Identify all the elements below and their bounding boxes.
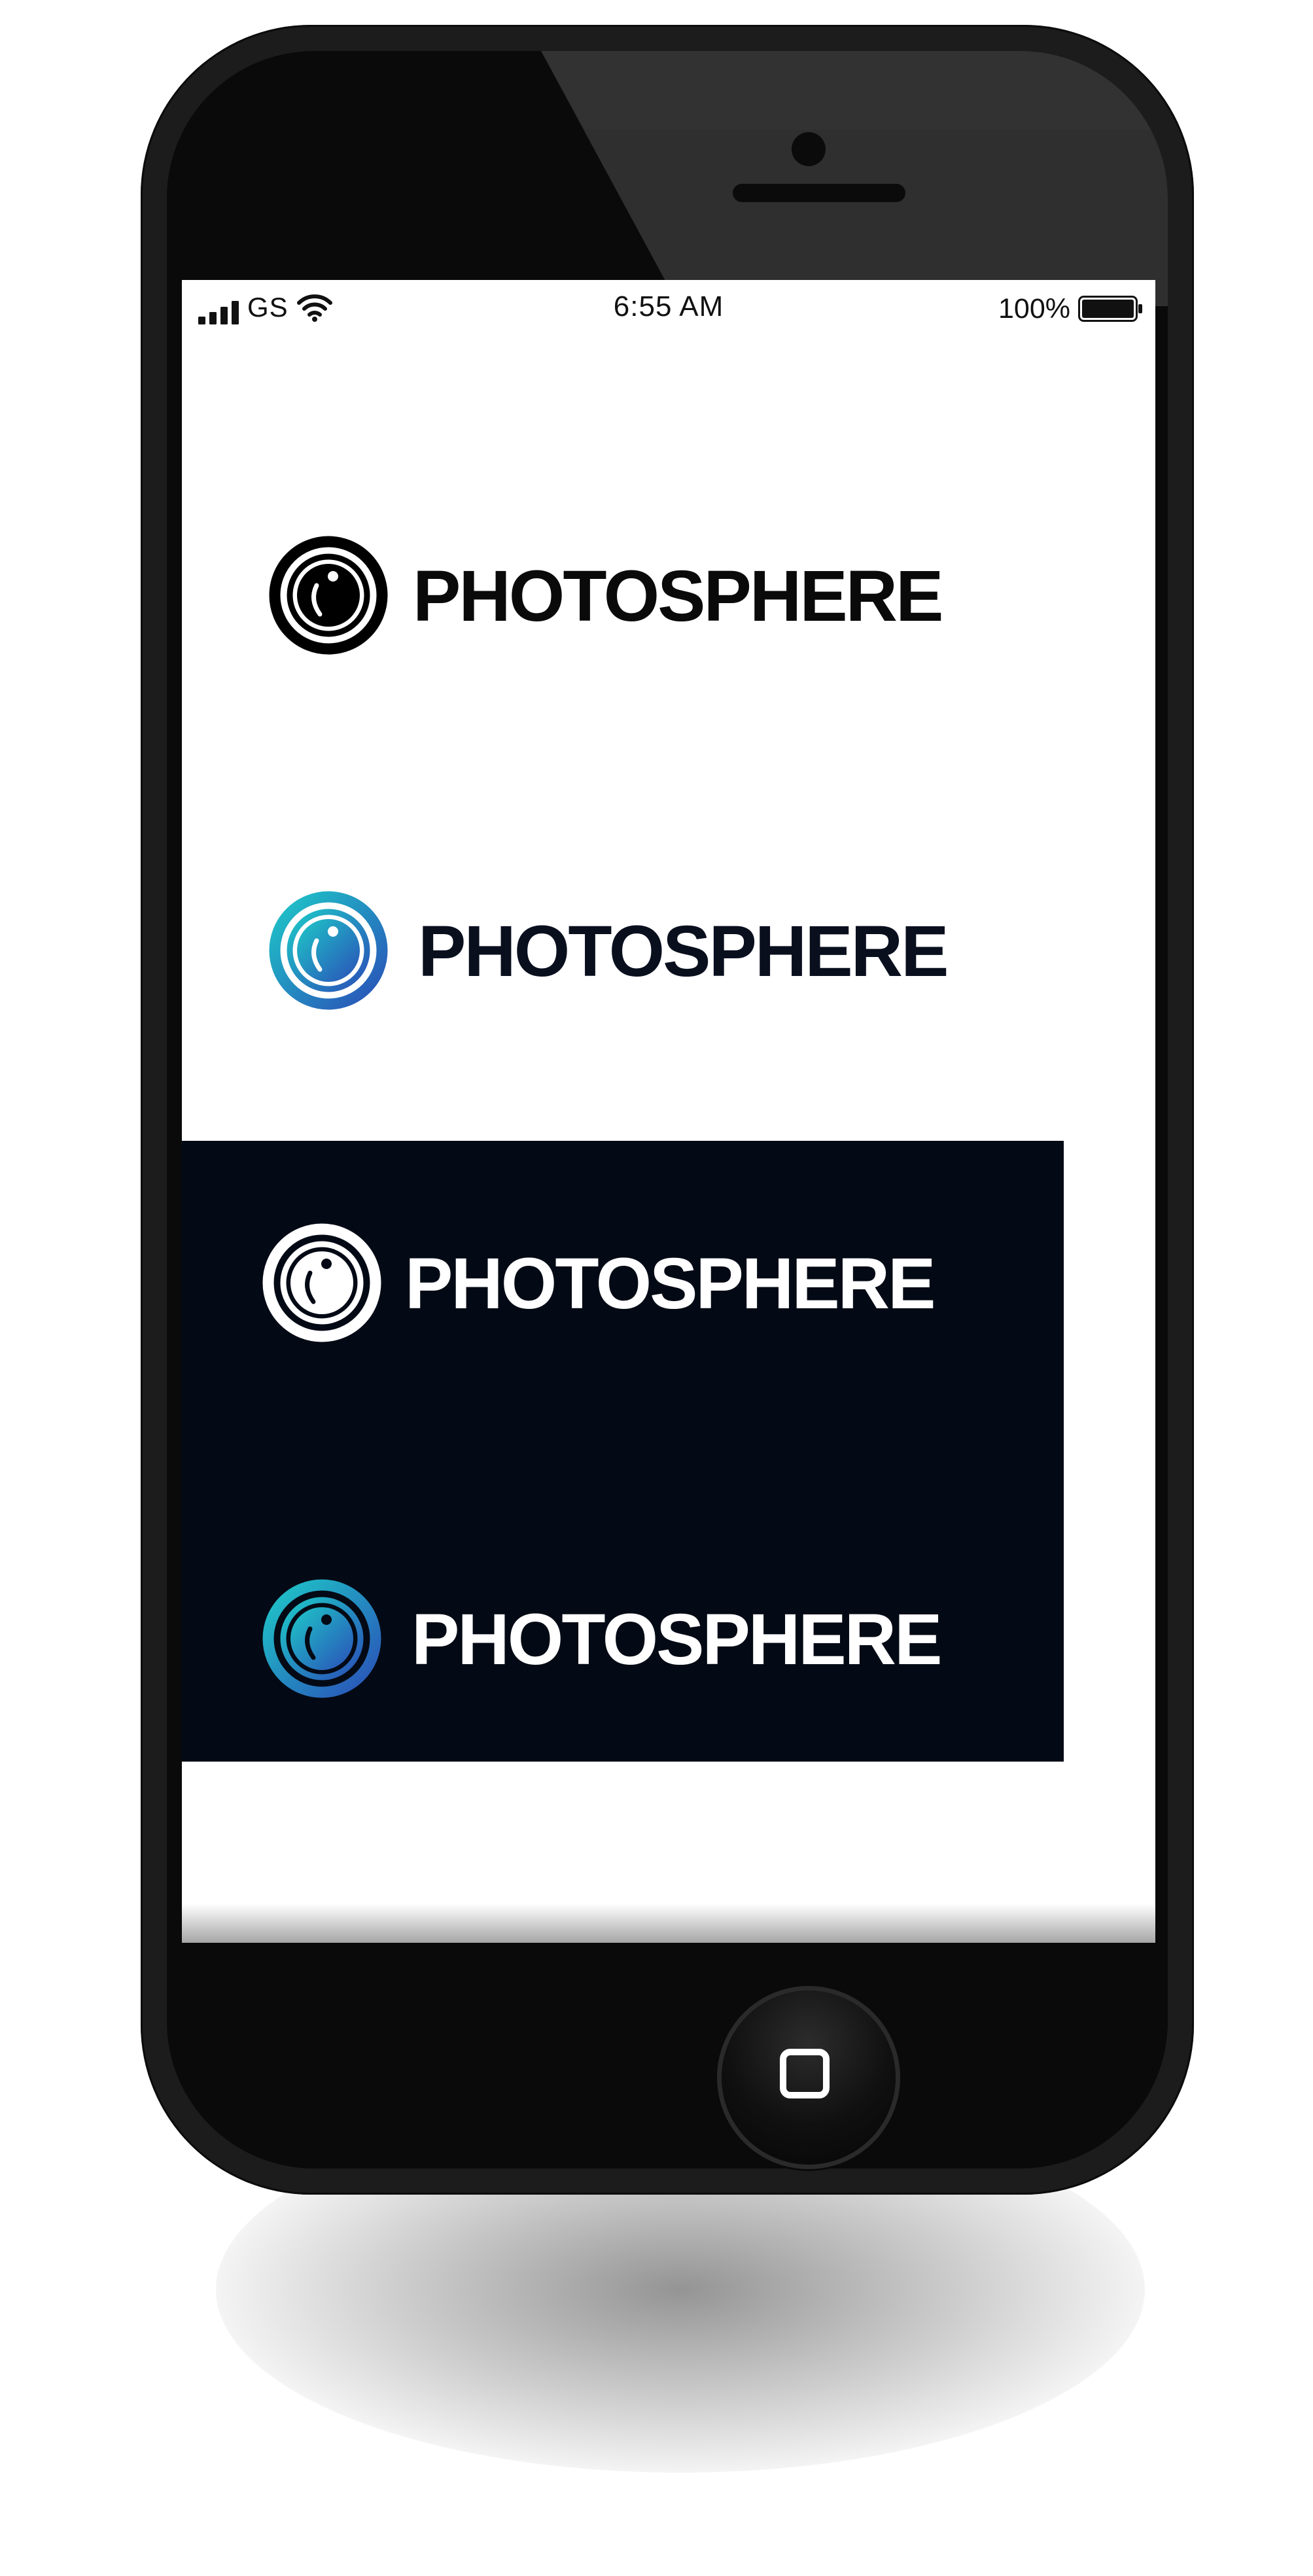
battery-percentage: 100% [998,293,1070,324]
screen-bottom-shadow [182,1904,1155,1943]
earpiece-speaker [733,184,905,202]
home-square-icon [780,2049,830,2098]
battery-icon [1078,296,1142,322]
logo-wordmark: PHOTOSPHERE [405,1244,936,1324]
status-bar: GS 6:55 AM 100% [182,280,1155,332]
logo-wordmark: PHOTOSPHERE [413,556,943,636]
camera-lens-logo-icon [269,891,388,1010]
front-camera [792,132,826,166]
home-button[interactable] [722,1991,896,2165]
camera-lens-logo-icon [269,536,388,655]
camera-lens-logo-icon [262,1223,381,1342]
phone-screen: GS 6:55 AM 100% PHOTOSPHERE PHOTOSPHERE … [182,280,1155,1943]
logo-wordmark: PHOTOSPHERE [411,1599,942,1680]
camera-lens-logo-icon [262,1579,381,1698]
logo-wordmark: PHOTOSPHERE [418,911,949,992]
